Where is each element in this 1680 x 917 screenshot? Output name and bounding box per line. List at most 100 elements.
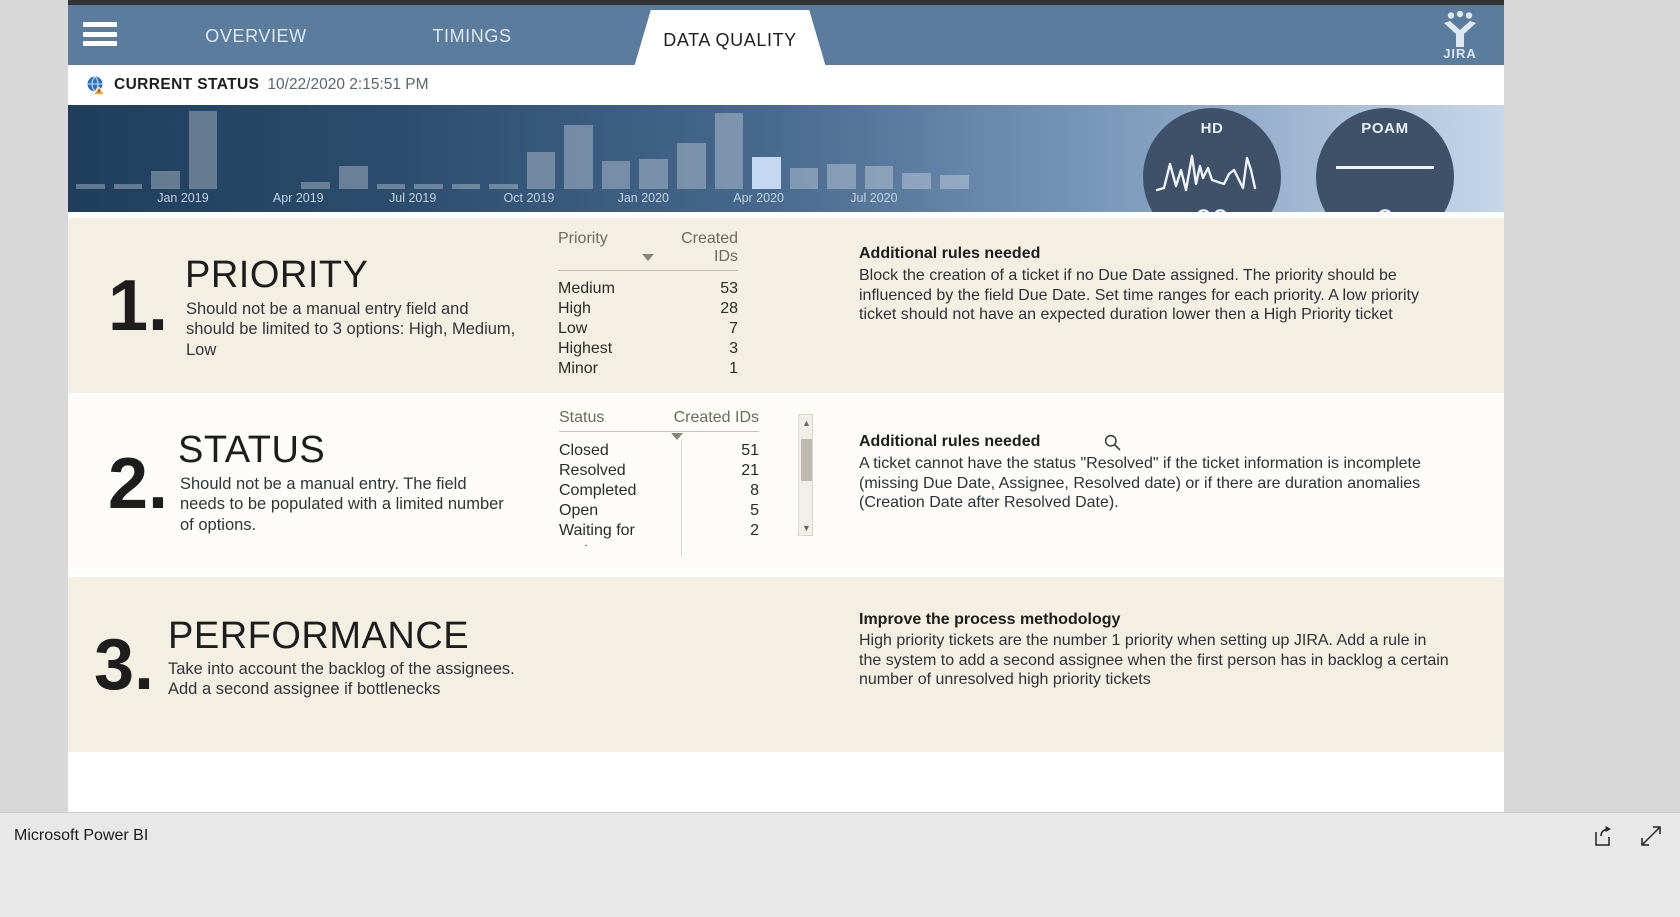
share-icon[interactable]: [1592, 825, 1614, 847]
chart-bar[interactable]: [489, 184, 518, 189]
chart-bar[interactable]: [939, 175, 969, 189]
section-1-title: PRIORITY: [185, 254, 369, 296]
section-priority: 1. PRIORITY Should not be a manual entry…: [68, 218, 1504, 393]
chart-bar[interactable]: [451, 184, 481, 189]
kpi-card-hd[interactable]: HD 90: [1143, 108, 1281, 212]
priority-table[interactable]: Priority Created IDs Medium 53 High 28 Low 7 H…: [558, 230, 738, 379]
power-bi-footer: Microsoft Power BI: [0, 812, 1680, 917]
footer-icon-group: [1592, 825, 1662, 847]
status-table-col-created-ids[interactable]: Created IDs: [671, 409, 759, 427]
chart-axis-tick-label: Jan 2019: [157, 191, 209, 205]
table-row[interactable]: Waiting for 2: [559, 521, 759, 541]
chart-bar[interactable]: [902, 173, 931, 189]
table-cell-label: Minor: [558, 360, 599, 377]
kpi-hd-value: 90: [1143, 204, 1281, 212]
section-3-description: Take into account the backlog of the ass…: [168, 660, 515, 699]
chart-axis-tick-label: Apr 2019: [272, 191, 324, 205]
table-row[interactable]: Open 5: [559, 501, 759, 521]
chart-bar[interactable]: [376, 184, 406, 189]
tab-data-quality-label: DATA QUALITY: [663, 29, 797, 50]
section-1-number: 1.: [108, 266, 169, 346]
current-status-timestamp: 10/22/2020 2:15:51 PM: [267, 76, 429, 93]
table-row[interactable]: customer: [559, 541, 759, 546]
chart-bar[interactable]: [601, 161, 631, 189]
table-row[interactable]: Medium 53: [558, 279, 738, 299]
sort-descending-caret-icon: [642, 254, 654, 261]
section-2-title: STATUS: [178, 429, 326, 471]
table-row[interactable]: Highest 3: [558, 339, 738, 359]
table-row[interactable]: High 28: [558, 299, 738, 319]
status-table-scrollbar[interactable]: ▲ ▼: [798, 414, 813, 536]
table-row[interactable]: Closed 51: [559, 441, 759, 461]
chart-bar[interactable]: [151, 171, 180, 189]
chart-axis-tick-label: Jul 2020: [850, 191, 898, 205]
chart-bar[interactable]: [338, 166, 368, 189]
globe-warning-icon: [86, 75, 106, 95]
table-row[interactable]: Low 7: [558, 319, 738, 339]
chart-axis-tick-label: Jul 2019: [389, 191, 437, 205]
tab-timings[interactable]: TIMINGS: [364, 5, 580, 47]
jira-logo-text: JIRA: [1443, 46, 1477, 61]
table-row[interactable]: Resolved 21: [559, 461, 759, 481]
current-status-bar: CURRENT STATUS 10/22/2020 2:15:51 PM: [68, 65, 1504, 105]
table-cell-value: 28: [720, 300, 738, 317]
chart-bar[interactable]: [677, 143, 706, 189]
section-performance: 3. PERFORMANCE Take into account the bac…: [68, 577, 1504, 752]
section-3-title: PERFORMANCE: [168, 615, 470, 657]
search-icon[interactable]: [1104, 434, 1121, 451]
hamburger-icon[interactable]: [83, 19, 117, 49]
status-table-header: Status Created IDs: [559, 409, 759, 440]
chart-bar[interactable]: [564, 125, 593, 189]
section-2-right-body: A ticket cannot have the status "Resolve…: [859, 455, 1421, 512]
priority-table-col-priority[interactable]: Priority: [558, 230, 654, 266]
chart-bar[interactable]: [752, 157, 781, 189]
chart-bar[interactable]: [827, 164, 856, 189]
table-row[interactable]: Minor 1: [558, 359, 738, 379]
section-status: 2. STATUS Should not be a manual entry. …: [68, 396, 1504, 574]
chart-bar[interactable]: [113, 184, 143, 189]
section-3-right-body: High priority tickets are the number 1 p…: [859, 632, 1449, 689]
table-cell-value: 2: [750, 522, 759, 539]
chart-bar[interactable]: [414, 184, 443, 189]
chart-axis-tick-label: Apr 2020: [733, 191, 784, 205]
chart-bar[interactable]: [526, 152, 556, 189]
chart-axis-labels: Jan 2019 Apr 2019 Jul 2019 Oct 2019 Jan 2020…: [76, 191, 1006, 209]
chart-bar[interactable]: [76, 184, 105, 189]
kpi-card-poam[interactable]: POAM 2: [1316, 108, 1454, 212]
table-cell-value: 3: [729, 340, 738, 357]
section-1-description: Should not be a manual entry field and s…: [186, 300, 516, 359]
table-cell-label: Waiting for: [559, 522, 635, 539]
priority-table-header: Priority Created IDs: [558, 230, 738, 271]
scroll-down-arrow-icon[interactable]: ▼: [799, 520, 814, 535]
scroll-up-arrow-icon[interactable]: ▲: [799, 415, 814, 430]
table-row[interactable]: Completed 8: [559, 481, 759, 501]
chart-bar[interactable]: [188, 111, 218, 189]
chart-axis-tick-label: Oct 2019: [503, 191, 555, 205]
kpi-hd-sparkline-icon: [1155, 154, 1257, 192]
canvas-right-gutter: [1504, 0, 1680, 812]
priority-table-col-created-ids[interactable]: Created IDs: [654, 230, 738, 266]
table-cell-label: Closed: [559, 442, 609, 459]
chart-bar[interactable]: [864, 166, 894, 189]
status-table[interactable]: Status Created IDs Closed 51 Resolved 21 Com…: [559, 409, 759, 557]
chart-bar[interactable]: [714, 113, 744, 189]
status-table-body: Closed 51 Resolved 21 Completed 8 Open 5 Waiting…: [559, 441, 759, 546]
table-cell-value: [671, 542, 759, 546]
tab-data-quality[interactable]: DATA QUALITY: [620, 10, 840, 70]
created-ids-timeline-chart[interactable]: Jan 2019 Apr 2019 Jul 2019 Oct 2019 Jan 2020…: [68, 105, 1504, 212]
scrollbar-thumb[interactable]: [801, 439, 812, 481]
kpi-poam-value: 2: [1316, 204, 1454, 212]
current-status-label: CURRENT STATUS: [114, 76, 260, 93]
kpi-hd-label: HD: [1200, 120, 1224, 137]
section-2-description: Should not be a manual entry. The field …: [180, 475, 504, 534]
chart-bars[interactable]: [76, 109, 1006, 189]
fullscreen-icon[interactable]: [1640, 825, 1662, 847]
tab-overview[interactable]: OVERVIEW: [148, 5, 364, 47]
chart-bar[interactable]: [639, 159, 668, 189]
table-cell-label: Medium: [558, 280, 615, 297]
kpi-poam-label: POAM: [1361, 120, 1409, 137]
chart-bar[interactable]: [301, 182, 330, 189]
chart-bar[interactable]: [789, 168, 819, 189]
status-table-col-status[interactable]: Status: [559, 409, 671, 427]
table-cell-value: 51: [741, 442, 759, 459]
